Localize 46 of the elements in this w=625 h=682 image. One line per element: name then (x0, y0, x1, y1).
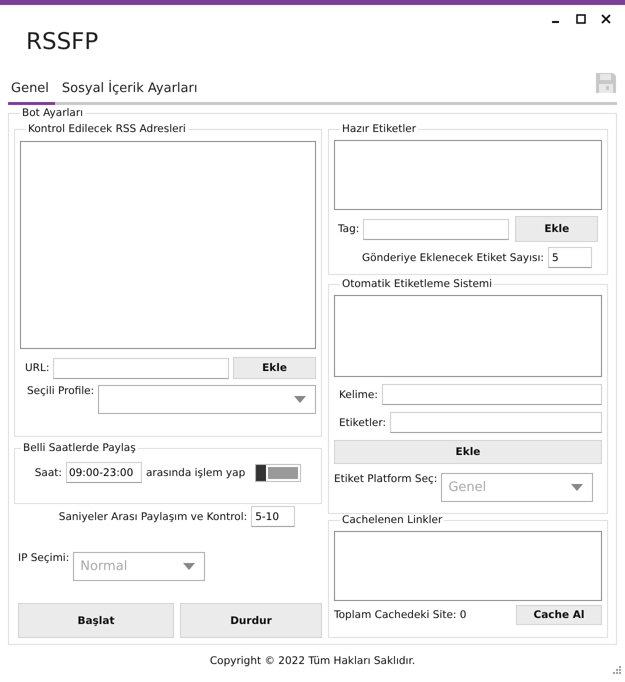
field-label: IP Seçimi: (18, 552, 70, 564)
add-button[interactable]: Ekle (515, 216, 598, 242)
maximize-icon[interactable] (576, 14, 586, 24)
copyright-text: Copyright © 2022 Tüm Hakları Saklıdır. (210, 655, 416, 667)
add-button[interactable]: Ekle (233, 357, 316, 379)
group-title: Kontrol Edilecek RSS Adresleri (27, 123, 187, 135)
cache-list[interactable] (334, 531, 602, 601)
field-label: arasında işlem yap (146, 466, 246, 478)
url-field[interactable] (53, 358, 230, 378)
field-label: Etiket Platform Seç: (334, 473, 438, 485)
group-title: Otomatik Etiketleme Sistemi (341, 278, 494, 290)
group-title: Belli Saatlerde Paylaş (22, 442, 137, 454)
field-label: Gönderiye Eklenecek Etiket Sayısı: (362, 252, 544, 264)
field-label: URL: (25, 362, 50, 374)
field-label: Saat: (34, 466, 62, 478)
group-title: Cachelenen Linkler (341, 514, 444, 526)
save-icon[interactable] (595, 72, 617, 94)
close-icon[interactable] (601, 14, 611, 24)
start-button[interactable]: Başlat (18, 603, 174, 638)
rule-list[interactable] (334, 295, 602, 377)
count-field[interactable]: 5 (548, 247, 592, 268)
group-title: Hazır Etiketler (341, 123, 418, 135)
field-label: Kelime: (339, 388, 378, 400)
time-field[interactable]: 09:00-23:00 (66, 462, 142, 483)
resize-grip-icon[interactable] (612, 665, 621, 674)
caret-icon (294, 396, 306, 403)
interval-field[interactable]: 5-10 (251, 506, 296, 527)
tag-field[interactable] (363, 218, 510, 240)
group-title: Bot Ayarları (21, 107, 84, 119)
tab[interactable]: Sosyal İçerik Ayarları (58, 77, 204, 105)
tab[interactable]: Genel (8, 77, 55, 105)
tags-field[interactable] (390, 412, 602, 433)
profile-dropdown[interactable] (98, 385, 316, 414)
cache-count: Toplam Cachedeki Site: 0 (334, 609, 466, 621)
caret-icon (183, 563, 196, 570)
stop-button[interactable]: Durdur (180, 603, 322, 638)
field-label: Tag: (338, 223, 360, 235)
tag-list[interactable] (334, 140, 602, 210)
word-field[interactable] (382, 384, 602, 405)
field-label: Saniyeler Arası Paylaşım ve Kontrol: (58, 510, 248, 522)
caret-icon (571, 484, 584, 491)
field-label: Seçili Profile: (27, 385, 94, 397)
field-label: Etiketler: (339, 416, 386, 428)
cache-button[interactable]: Cache Al (516, 605, 602, 625)
app-title: RSSFP (26, 28, 98, 57)
toggle-switch[interactable] (255, 464, 302, 482)
